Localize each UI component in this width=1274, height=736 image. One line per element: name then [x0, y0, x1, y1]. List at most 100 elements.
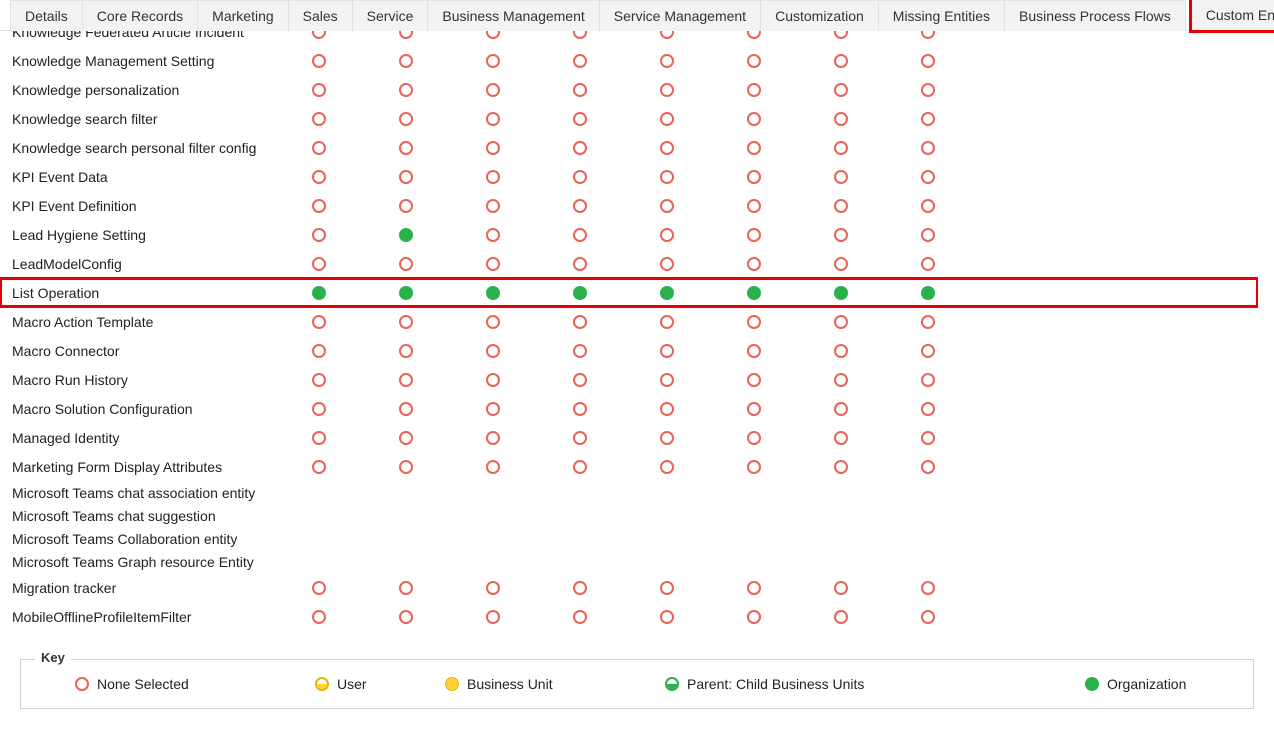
permission-cell[interactable] [747, 315, 834, 329]
permission-cell[interactable] [399, 581, 486, 595]
permission-none-icon[interactable] [747, 315, 761, 329]
permission-cell[interactable] [660, 141, 747, 155]
permission-none-icon[interactable] [312, 199, 326, 213]
permission-none-icon[interactable] [921, 460, 935, 474]
entity-permissions-grid[interactable]: Knowledge Federated Article IncidentKnow… [0, 31, 1258, 629]
permission-cell[interactable] [660, 581, 747, 595]
permission-none-icon[interactable] [834, 112, 848, 126]
permission-none-icon[interactable] [660, 31, 674, 39]
permission-none-icon[interactable] [573, 228, 587, 242]
permission-filled-green-icon[interactable] [399, 228, 413, 242]
permission-none-icon[interactable] [660, 581, 674, 595]
permission-cell[interactable] [834, 315, 921, 329]
permission-cell[interactable] [660, 199, 747, 213]
permission-cell[interactable] [312, 581, 399, 595]
permission-none-icon[interactable] [486, 141, 500, 155]
permission-cell[interactable] [921, 199, 1008, 213]
permission-none-icon[interactable] [747, 141, 761, 155]
permission-none-icon[interactable] [747, 54, 761, 68]
permission-cell[interactable] [486, 460, 573, 474]
permission-none-icon[interactable] [660, 83, 674, 97]
permission-cell[interactable] [747, 141, 834, 155]
permission-none-icon[interactable] [834, 31, 848, 39]
permission-cell[interactable] [921, 460, 1008, 474]
permission-none-icon[interactable] [747, 112, 761, 126]
permission-cell[interactable] [486, 257, 573, 271]
permission-cell[interactable] [399, 141, 486, 155]
permission-none-icon[interactable] [399, 112, 413, 126]
permission-cell[interactable] [573, 344, 660, 358]
permission-cell[interactable] [312, 141, 399, 155]
permission-cell[interactable] [399, 315, 486, 329]
permission-cell[interactable] [486, 141, 573, 155]
permission-cell[interactable] [747, 431, 834, 445]
permission-cell[interactable] [399, 431, 486, 445]
permission-none-icon[interactable] [486, 31, 500, 39]
permission-cell[interactable] [834, 112, 921, 126]
permission-cell[interactable] [312, 228, 399, 242]
permission-none-icon[interactable] [312, 31, 326, 39]
permission-none-icon[interactable] [834, 373, 848, 387]
permission-cell[interactable] [573, 373, 660, 387]
permission-none-icon[interactable] [399, 402, 413, 416]
permission-cell[interactable] [660, 257, 747, 271]
permission-cell[interactable] [921, 315, 1008, 329]
tab-service[interactable]: Service [352, 0, 429, 31]
permission-cell[interactable] [399, 228, 486, 242]
permission-cell[interactable] [921, 402, 1008, 416]
permission-cell[interactable] [834, 83, 921, 97]
permission-cell[interactable] [660, 31, 747, 39]
permission-none-icon[interactable] [921, 431, 935, 445]
permission-cell[interactable] [660, 228, 747, 242]
permission-cell[interactable] [747, 460, 834, 474]
permission-cell[interactable] [834, 460, 921, 474]
permission-cell[interactable] [921, 257, 1008, 271]
permission-none-icon[interactable] [573, 373, 587, 387]
permission-none-icon[interactable] [486, 581, 500, 595]
permission-cell[interactable] [834, 257, 921, 271]
permission-cell[interactable] [399, 54, 486, 68]
permission-none-icon[interactable] [573, 170, 587, 184]
permission-none-icon[interactable] [921, 141, 935, 155]
permission-cell[interactable] [486, 199, 573, 213]
permission-cell[interactable] [573, 170, 660, 184]
permission-none-icon[interactable] [921, 257, 935, 271]
permission-cell[interactable] [834, 431, 921, 445]
permission-none-icon[interactable] [486, 228, 500, 242]
permission-cell[interactable] [921, 581, 1008, 595]
permission-filled-green-icon[interactable] [312, 286, 326, 300]
permission-cell[interactable] [747, 83, 834, 97]
permission-cell[interactable] [834, 228, 921, 242]
permission-none-icon[interactable] [660, 54, 674, 68]
permission-cell[interactable] [834, 373, 921, 387]
permission-cell[interactable] [834, 54, 921, 68]
permission-cell[interactable] [921, 286, 1008, 300]
permission-none-icon[interactable] [660, 170, 674, 184]
permission-cell[interactable] [573, 54, 660, 68]
permission-cell[interactable] [747, 257, 834, 271]
tab-marketing[interactable]: Marketing [197, 0, 288, 31]
permission-cell[interactable] [573, 83, 660, 97]
permission-cell[interactable] [834, 170, 921, 184]
permission-cell[interactable] [399, 610, 486, 624]
permission-cell[interactable] [312, 54, 399, 68]
permission-none-icon[interactable] [312, 228, 326, 242]
permission-none-icon[interactable] [486, 257, 500, 271]
permission-cell[interactable] [921, 170, 1008, 184]
tab-sales[interactable]: Sales [288, 0, 353, 31]
permission-none-icon[interactable] [312, 257, 326, 271]
permission-none-icon[interactable] [486, 170, 500, 184]
permission-none-icon[interactable] [921, 373, 935, 387]
permission-none-icon[interactable] [573, 141, 587, 155]
permission-none-icon[interactable] [312, 610, 326, 624]
permission-cell[interactable] [573, 257, 660, 271]
permission-cell[interactable] [660, 170, 747, 184]
permission-none-icon[interactable] [312, 170, 326, 184]
permission-none-icon[interactable] [921, 610, 935, 624]
permission-cell[interactable] [486, 31, 573, 39]
permission-none-icon[interactable] [573, 610, 587, 624]
permission-cell[interactable] [573, 112, 660, 126]
permission-filled-green-icon[interactable] [747, 286, 761, 300]
permission-none-icon[interactable] [486, 610, 500, 624]
permission-none-icon[interactable] [573, 31, 587, 39]
